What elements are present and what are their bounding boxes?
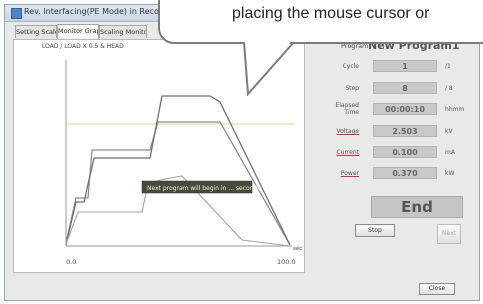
x-tick-start: 0.0 (66, 258, 77, 266)
window-title: Rev. Interfacing(PE Mode) in Recording (24, 7, 180, 16)
callout-tail (243, 38, 295, 97)
elapsed-time-unit: hhmm (445, 106, 465, 113)
current-label: Current (336, 149, 359, 156)
power-unit: kW (445, 170, 455, 177)
voltage-unit: kV (445, 128, 453, 135)
stop-button[interactable]: Stop (355, 224, 395, 237)
step-unit: / 8 (445, 85, 453, 92)
step-value: 8 (373, 82, 437, 94)
app-icon (11, 8, 22, 19)
tab-setting-scale[interactable]: Setting Scale (15, 25, 57, 38)
elapsed-time-value: 00:00:10 (373, 103, 437, 115)
voltage-value: 2.503 (373, 125, 437, 137)
elapsed-time-label: Elapsed Time (335, 102, 359, 116)
step-label: Step (345, 85, 359, 92)
status-panel: Program New Program1 Cycle 1 /1 Step 8 /… (305, 39, 477, 269)
callout-text: placing the mouse cursor or (232, 5, 430, 22)
x-unit-label: sec (293, 246, 303, 252)
current-value: 0.100 (373, 146, 437, 158)
annotation-text: Next program will begin in ... seconds (147, 185, 260, 192)
cycle-value: 1 (373, 60, 437, 72)
power-label: Power (340, 170, 359, 177)
current-unit: mA (445, 149, 455, 156)
close-button[interactable]: Close (419, 283, 455, 295)
tab-monitor-graph[interactable]: Monitor Graph (57, 24, 99, 39)
voltage-label: Voltage (336, 128, 359, 135)
next-button[interactable]: Next (437, 224, 461, 244)
power-value: 0.370 (373, 167, 437, 179)
cycle-unit: /1 (445, 63, 451, 70)
cycle-label: Cycle (342, 63, 359, 70)
tab-scaling-monitor[interactable]: Scaling Monitor Gra (99, 25, 147, 38)
end-status: End (371, 196, 463, 218)
series-line-upper (65, 95, 291, 246)
x-tick-end: 100.0 (277, 258, 296, 266)
